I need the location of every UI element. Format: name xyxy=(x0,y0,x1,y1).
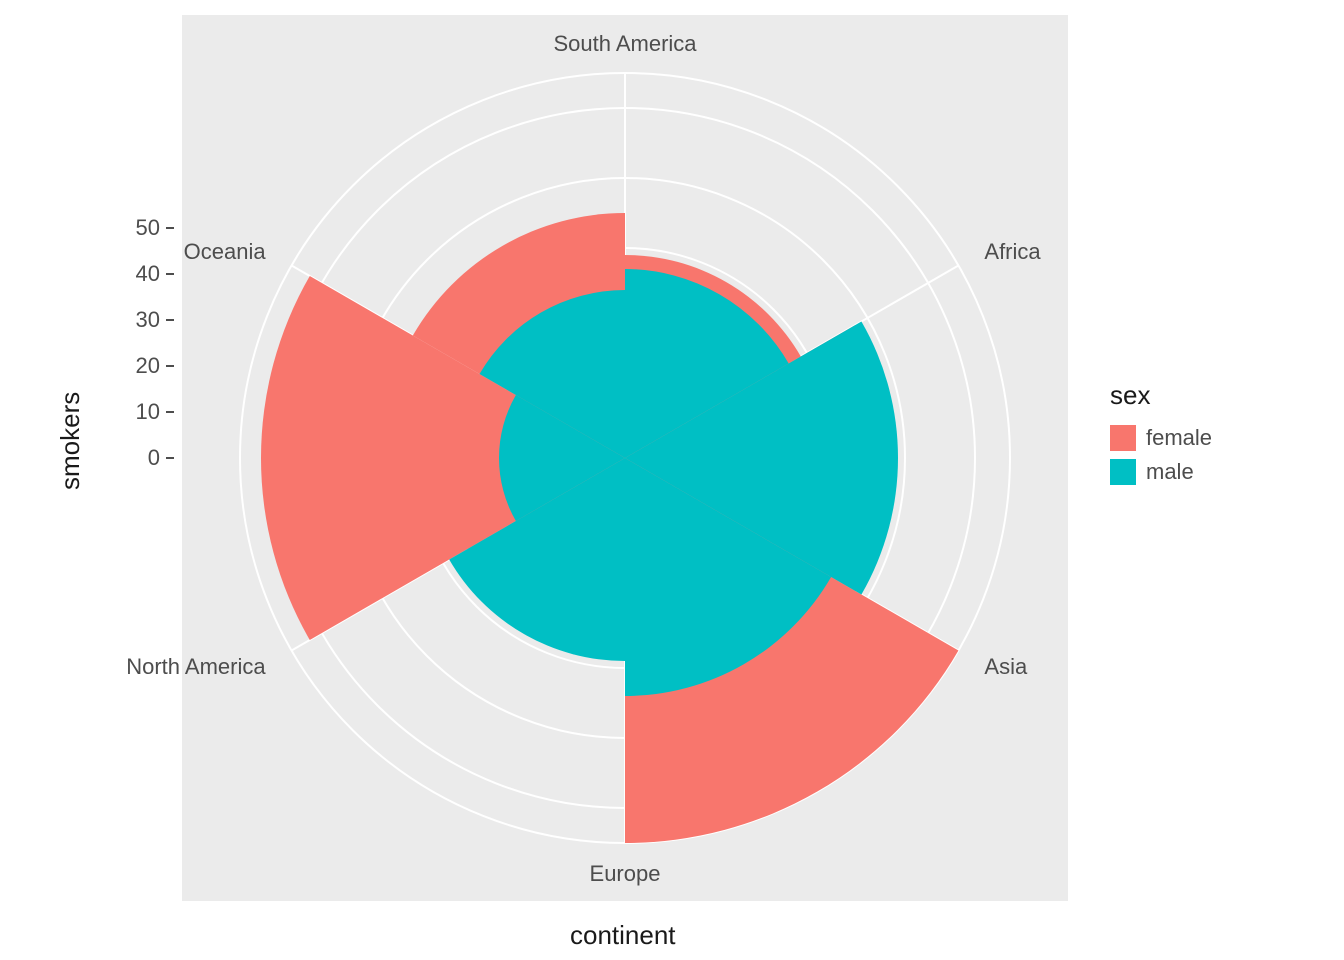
category-label: South America xyxy=(545,31,705,57)
legend-item-female: female xyxy=(1110,425,1212,451)
category-label: Oceania xyxy=(96,239,266,265)
legend-label-female: female xyxy=(1146,425,1212,451)
y-tick-mark xyxy=(166,319,174,321)
category-label: Africa xyxy=(984,239,1040,265)
y-tick-label: 30 xyxy=(120,307,160,333)
y-tick-label: 50 xyxy=(120,215,160,241)
y-tick-mark xyxy=(166,227,174,229)
category-label: North America xyxy=(96,654,266,680)
x-axis-title: continent xyxy=(570,920,676,951)
y-tick-mark xyxy=(166,411,174,413)
y-tick-mark xyxy=(166,273,174,275)
legend-title: sex xyxy=(1110,380,1212,411)
legend: sex female male xyxy=(1110,380,1212,493)
category-label: Asia xyxy=(984,654,1027,680)
legend-item-male: male xyxy=(1110,459,1212,485)
y-tick-mark xyxy=(166,457,174,459)
y-tick-label: 10 xyxy=(120,399,160,425)
chart-stage: smokers continent 0 10 20 30 40 50 Africa Asia… xyxy=(0,0,1344,960)
category-label: Europe xyxy=(545,861,705,887)
swatch-female xyxy=(1110,425,1136,451)
legend-label-male: male xyxy=(1146,459,1194,485)
y-tick-label: 40 xyxy=(120,261,160,287)
swatch-male xyxy=(1110,459,1136,485)
y-tick-label: 0 xyxy=(120,445,160,471)
polar-plot xyxy=(182,15,1068,901)
y-tick-label: 20 xyxy=(120,353,160,379)
y-tick-mark xyxy=(166,365,174,367)
y-axis-title: smokers xyxy=(55,392,86,490)
